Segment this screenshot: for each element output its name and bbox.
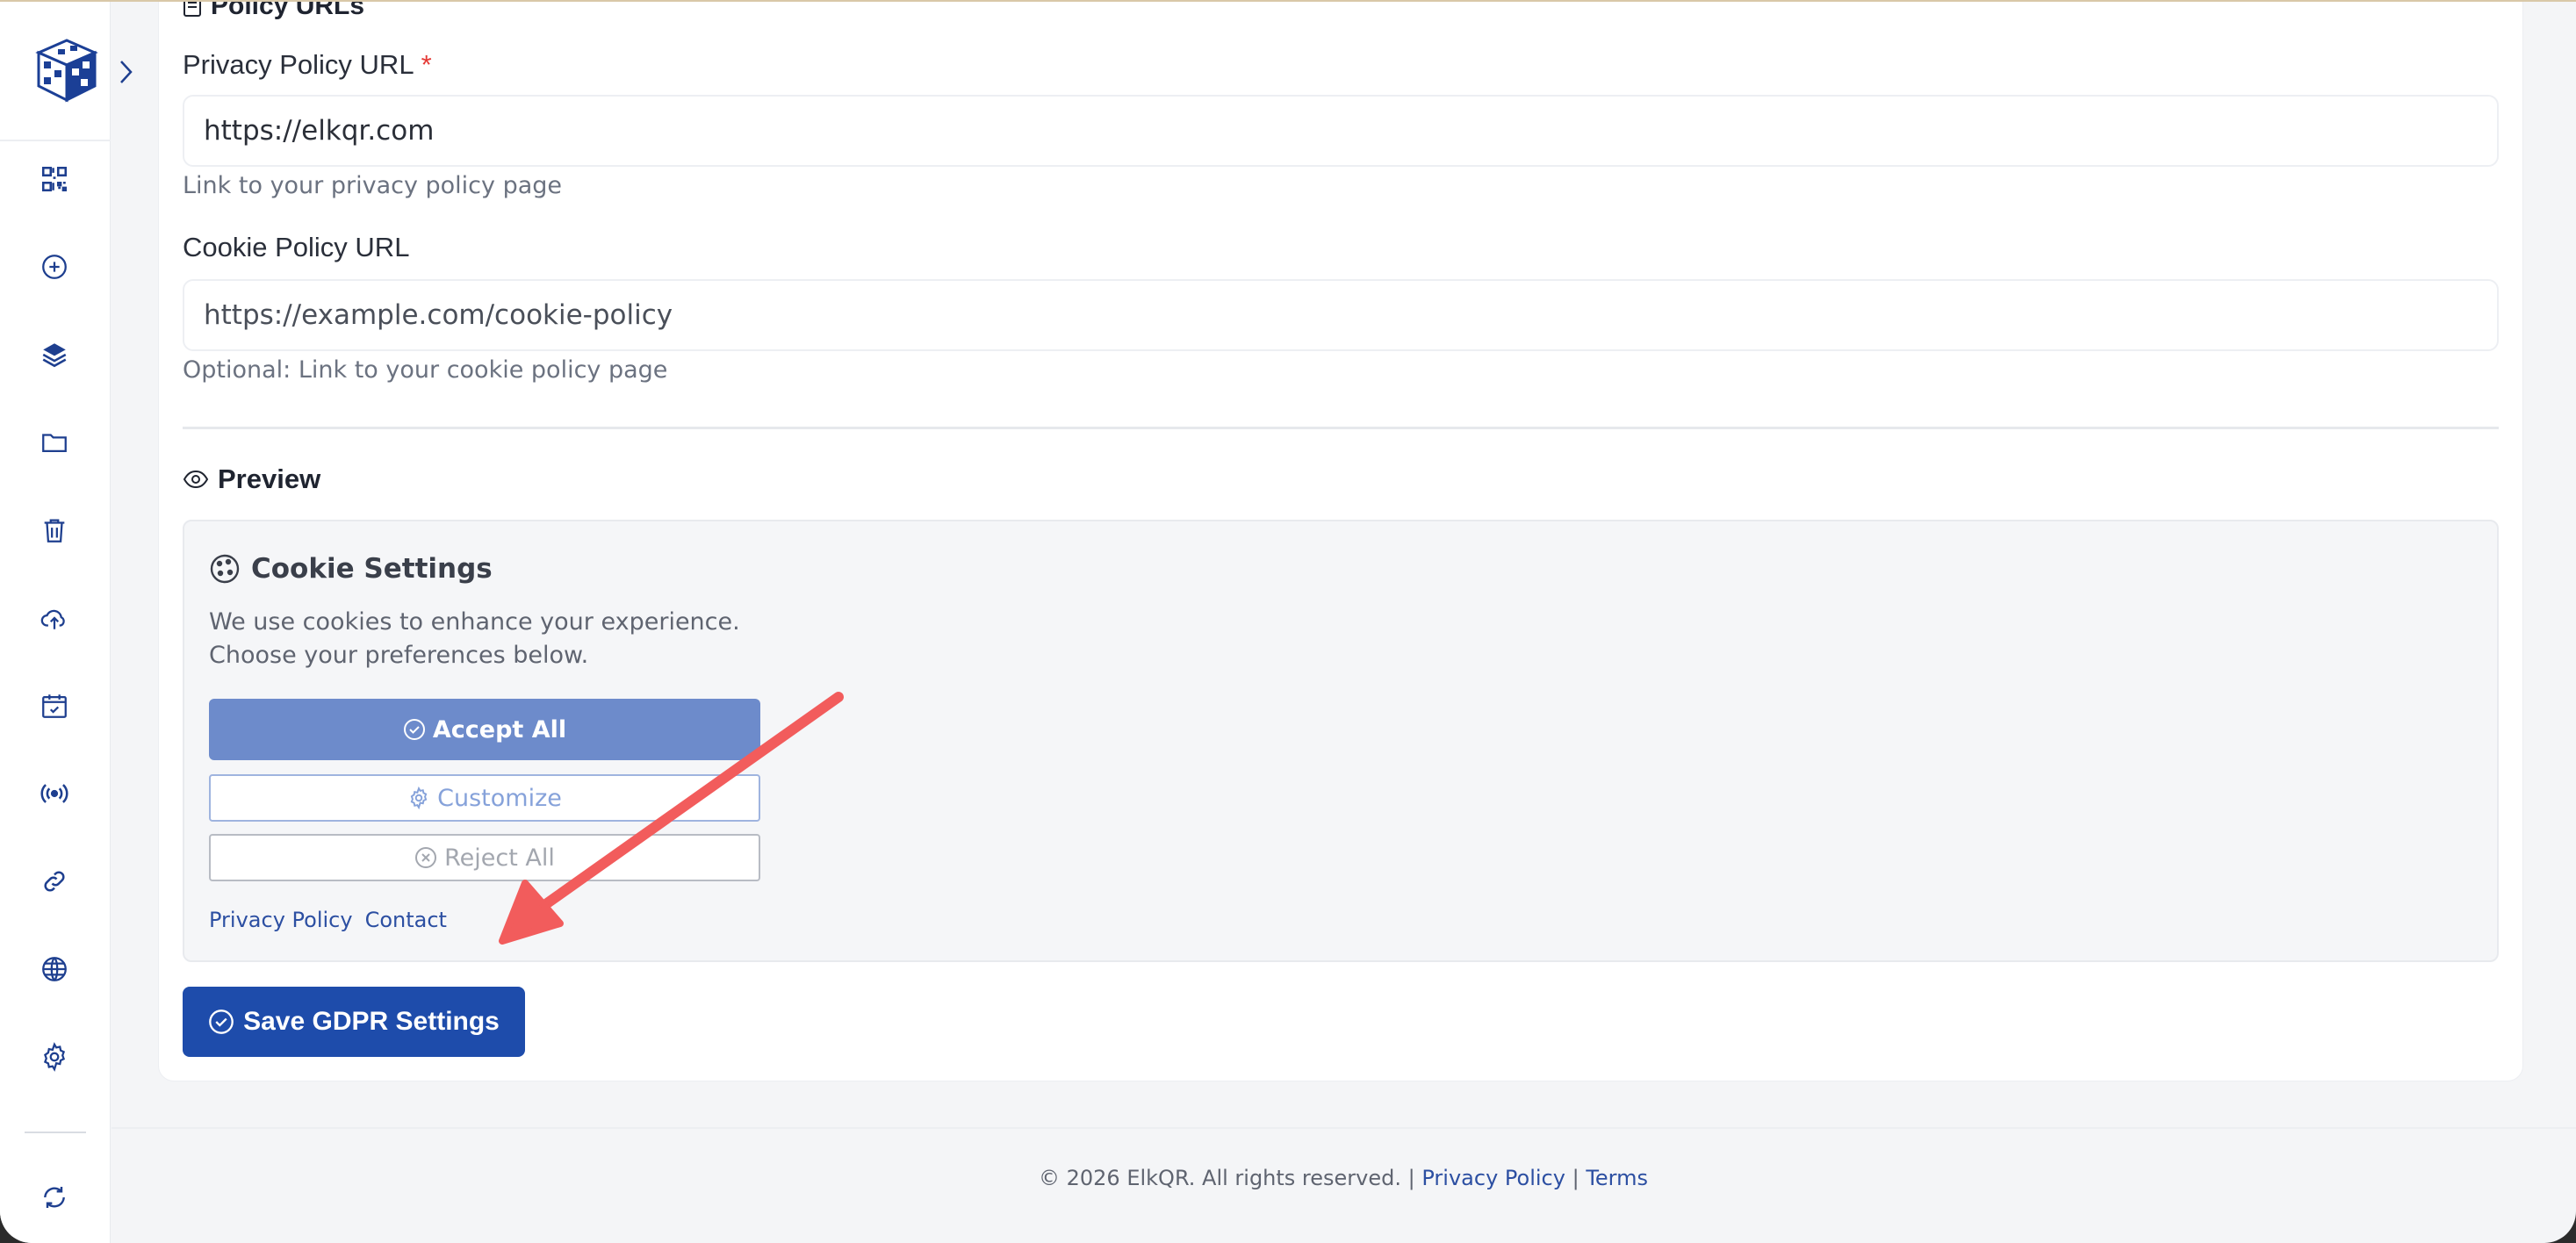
footer-privacy-link[interactable]: Privacy Policy [1421, 1166, 1565, 1190]
customize-button[interactable]: Customize [209, 774, 760, 822]
preview-heading: Preview [183, 463, 320, 495]
cookie-banner-links: Privacy Policy Contact [209, 908, 447, 932]
x-circle-icon [415, 847, 437, 868]
layers-icon [42, 343, 67, 368]
qr-code-icon [41, 166, 68, 192]
reject-all-button[interactable]: Reject All [209, 834, 760, 881]
trash-icon [44, 519, 65, 542]
cookie-icon [210, 554, 240, 584]
cookie-url-input[interactable]: https://example.com/cookie-policy [183, 279, 2499, 351]
app-logo[interactable] [32, 35, 102, 105]
banner-privacy-link[interactable]: Privacy Policy [209, 908, 353, 932]
sidebar-item-broadcast[interactable] [33, 772, 76, 815]
chevron-right-icon [120, 61, 133, 83]
customize-label: Customize [437, 784, 562, 812]
sidebar-item-trash[interactable] [33, 509, 76, 551]
policy-urls-title: Policy URLs [211, 0, 365, 20]
accept-all-button[interactable]: Accept All [209, 699, 760, 760]
cloud-upload-icon [40, 609, 65, 629]
sidebar-item-upload[interactable] [33, 597, 76, 639]
sidebar-expand-button[interactable] [112, 54, 139, 90]
sidebar-item-schedule[interactable] [33, 685, 76, 727]
accept-all-label: Accept All [432, 715, 567, 744]
folder-icon [42, 434, 67, 453]
policy-urls-heading: Policy URLs [183, 0, 365, 21]
required-mark: * [421, 49, 432, 80]
app-window: Policy URLs Privacy Policy URL * https://… [0, 0, 2576, 1243]
footer-terms-link[interactable]: Terms [1586, 1166, 1648, 1190]
sidebar-item-create[interactable] [33, 246, 76, 288]
cookie-url-label: Cookie Policy URL [183, 232, 410, 262]
privacy-url-input[interactable]: https://elkqr.com [183, 95, 2499, 167]
sidebar-divider-top [0, 140, 111, 141]
link-icon [44, 871, 65, 892]
broadcast-icon [40, 784, 68, 803]
footer-copyright: © 2026 ElkQR. All rights reserved. [1038, 1166, 1401, 1190]
save-gdpr-settings-button[interactable]: Save GDPR Settings [183, 987, 525, 1057]
check-circle-icon [209, 1009, 234, 1034]
globe-icon [42, 957, 67, 981]
gear-icon [410, 787, 428, 809]
sidebar-item-qr-codes[interactable] [33, 158, 76, 200]
plus-circle-icon [42, 255, 67, 279]
sidebar-item-layers[interactable] [33, 334, 76, 376]
cookie-settings-title: Cookie Settings [251, 553, 493, 585]
cookie-description-line-1: We use cookies to enhance your experienc… [209, 608, 740, 636]
footer: © 2026 ElkQR. All rights reserved. | Pri… [0, 1166, 2576, 1190]
save-gdpr-settings-label: Save GDPR Settings [243, 1007, 500, 1036]
gear-icon [43, 1042, 66, 1072]
sidebar-divider-bottom [25, 1132, 86, 1133]
footer-separator: | [1407, 1166, 1415, 1190]
privacy-url-label-text: Privacy Policy URL [183, 49, 414, 80]
footer-divider [112, 1127, 2576, 1129]
footer-separator: | [1572, 1166, 1579, 1190]
cookie-description-line-2: Choose your preferences below. [209, 642, 589, 669]
reject-all-label: Reject All [444, 844, 555, 872]
cookie-settings-heading: Cookie Settings [209, 553, 493, 585]
sidebar-item-links[interactable] [33, 860, 76, 902]
eye-icon [183, 470, 209, 489]
section-divider [183, 427, 2499, 429]
privacy-url-label: Privacy Policy URL * [183, 49, 432, 81]
sidebar-item-domains[interactable] [33, 948, 76, 990]
privacy-url-hint: Link to your privacy policy page [183, 172, 563, 199]
sidebar [0, 2, 111, 1243]
sidebar-item-folders[interactable] [33, 421, 76, 463]
preview-title: Preview [218, 463, 321, 494]
calendar-check-icon [42, 694, 67, 718]
cookie-url-hint: Optional: Link to your cookie policy pag… [183, 356, 668, 384]
banner-contact-link[interactable]: Contact [365, 908, 447, 932]
sidebar-item-settings[interactable] [33, 1036, 76, 1078]
document-icon [183, 2, 201, 17]
check-circle-icon [403, 719, 425, 740]
cookie-description: We use cookies to enhance your experienc… [209, 606, 824, 672]
